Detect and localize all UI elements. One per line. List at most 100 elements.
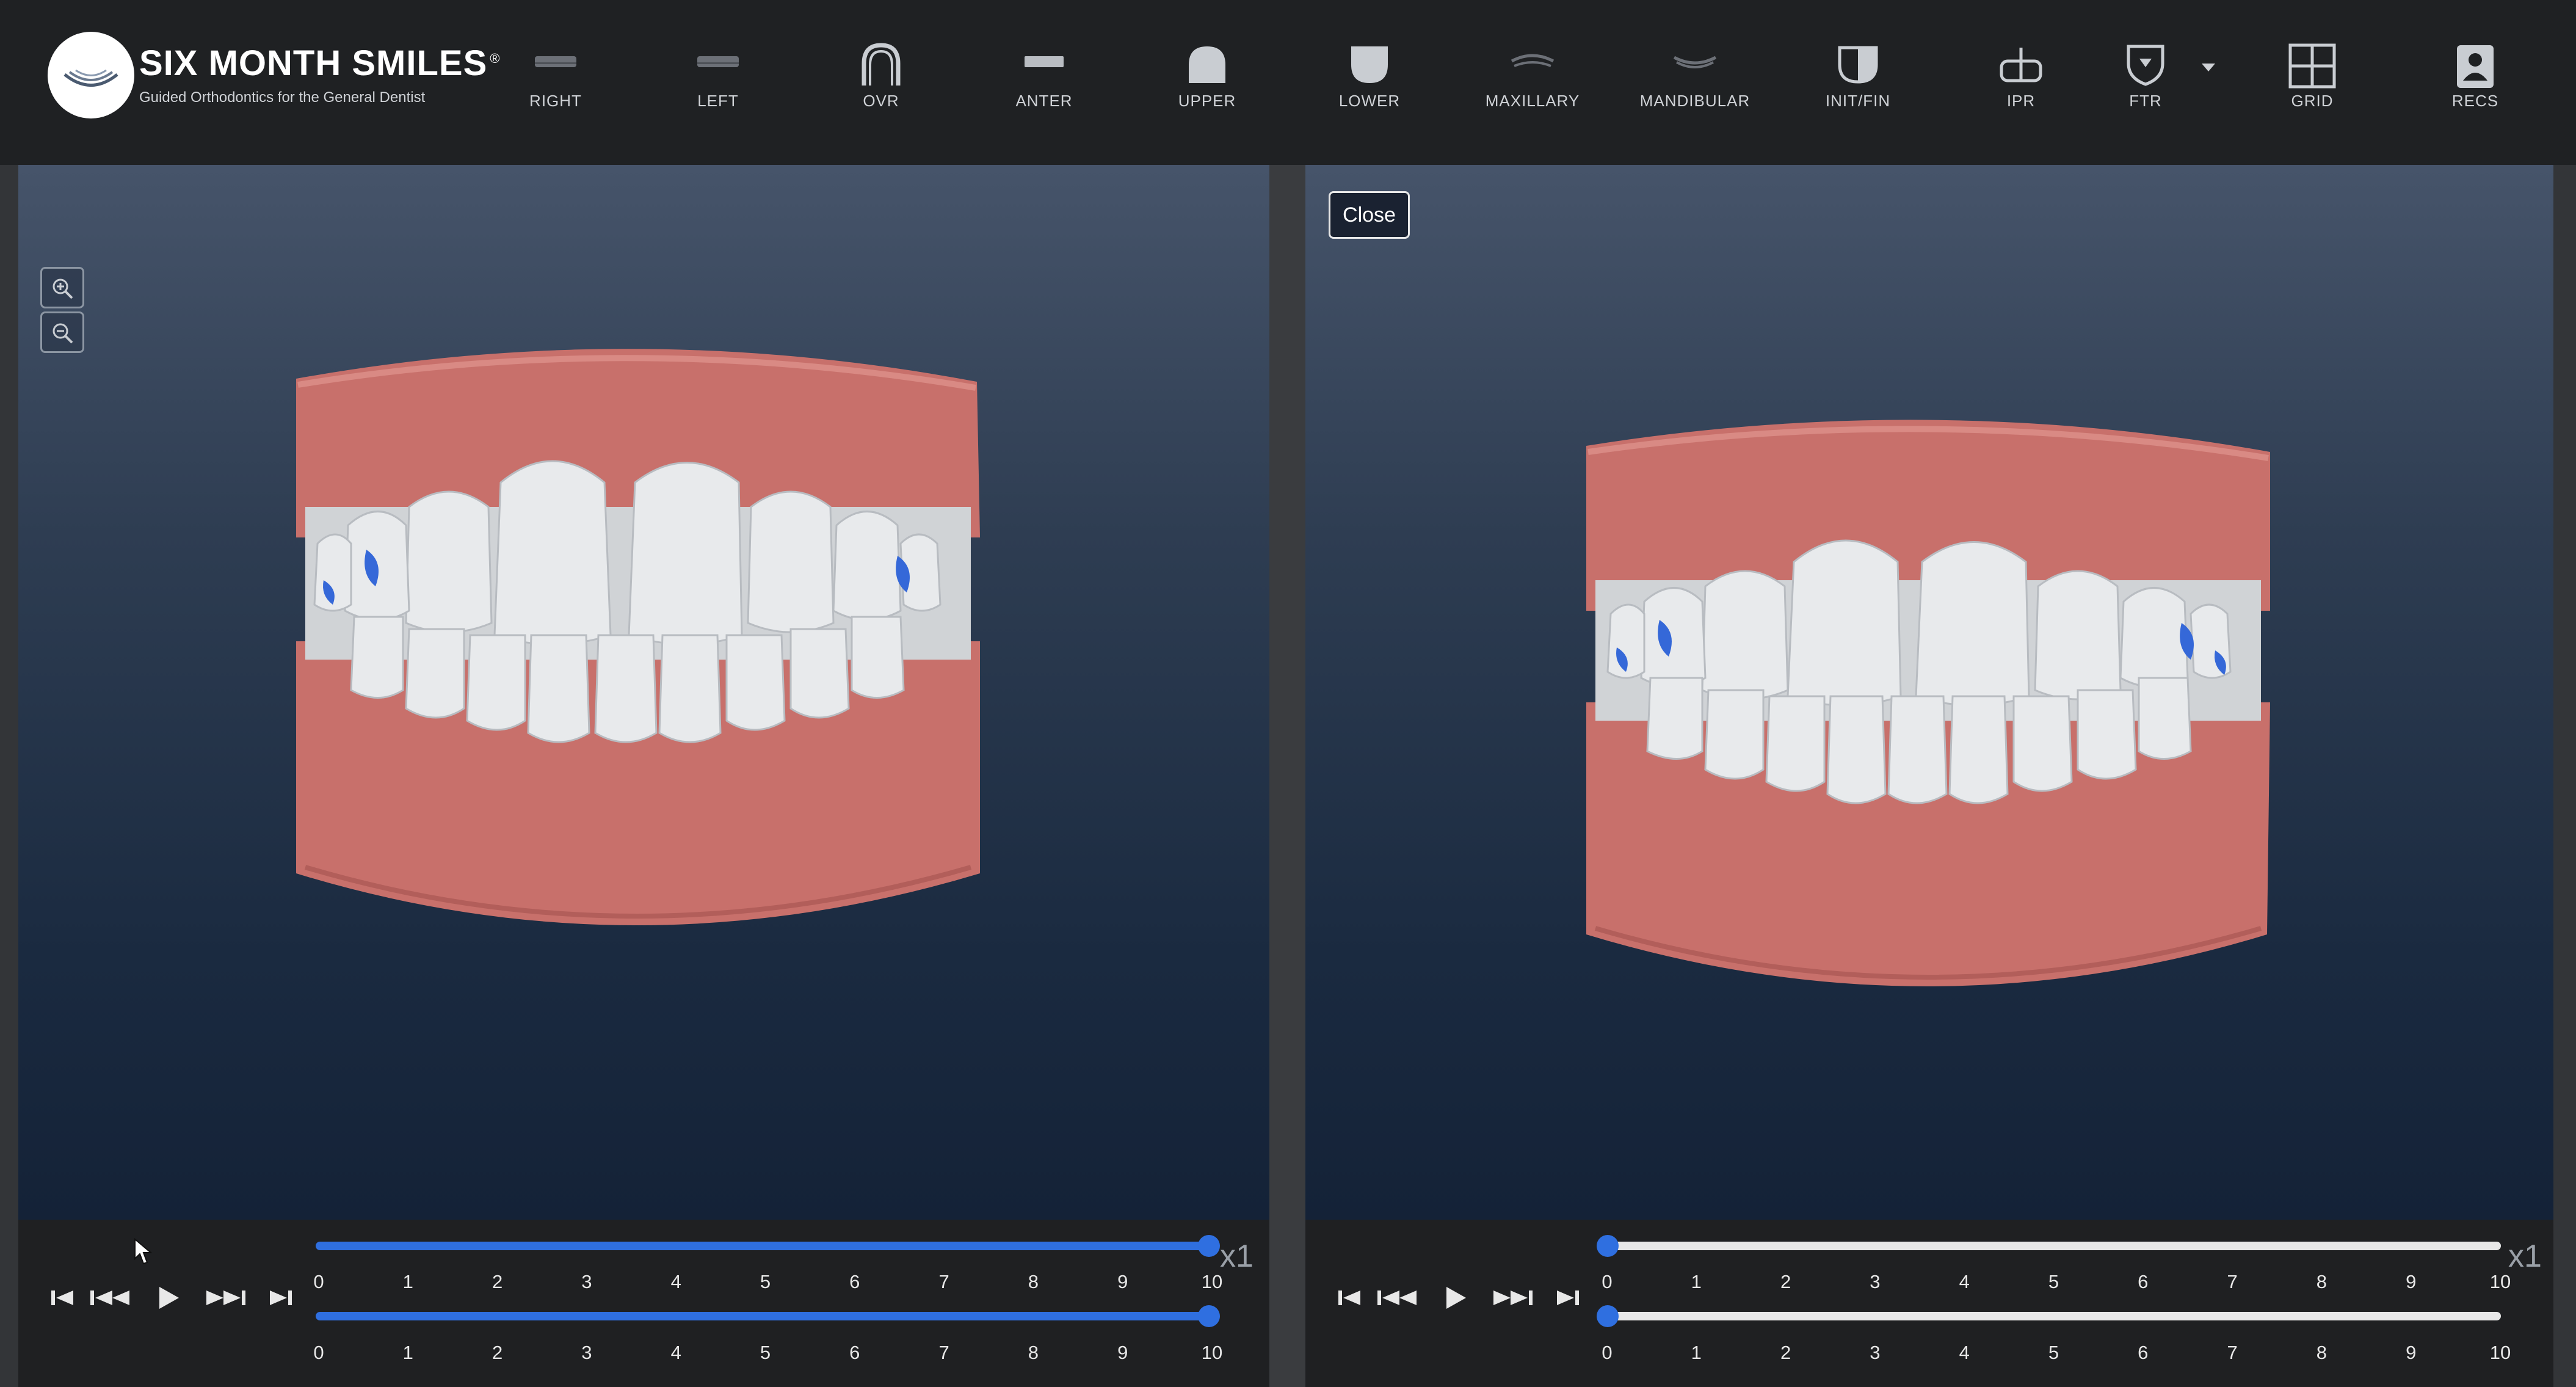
fast-forward-icon[interactable]: [1489, 1280, 1537, 1316]
mouse-cursor-icon: [134, 1237, 153, 1265]
play-icon[interactable]: [1437, 1280, 1473, 1316]
upper-stage-tick-1: 1: [1691, 1271, 1702, 1292]
grid-icon: [2288, 43, 2336, 89]
lower-stage-tick-2: 2: [492, 1342, 503, 1363]
upper-stage-tick-10: 10: [1201, 1271, 1223, 1292]
upper-stage-tick-3: 3: [1870, 1271, 1881, 1292]
lower-stage-tick-6: 6: [2138, 1342, 2149, 1363]
right-playback-controls: x1 0 1 2 3 4 5 6 7 8 9 10 0 1 2 3 4 5 6 7 8 9 10: [1305, 1220, 2553, 1387]
lower-stage-tick-5: 5: [2048, 1342, 2059, 1363]
lower-stage-tick-0: 0: [1602, 1342, 1613, 1363]
upper-stage-tick-9: 9: [2406, 1271, 2417, 1292]
upper-stage-tick-1: 1: [402, 1271, 413, 1292]
dental-model-initial[interactable]: [18, 165, 1269, 1220]
upper-stage-track[interactable]: [316, 1242, 1209, 1250]
left-view-button[interactable]: LEFT: [657, 43, 779, 116]
rewind-icon[interactable]: [85, 1280, 134, 1316]
lower-stage-tick-2: 2: [1780, 1342, 1791, 1363]
right-view-label: RIGHT: [529, 92, 582, 110]
upper-stage-tick-10: 10: [2489, 1271, 2511, 1292]
lower-stage-slider[interactable]: [1597, 1305, 1619, 1327]
brand-logo: [48, 32, 134, 118]
left-view-label: LEFT: [697, 92, 739, 110]
ovr-button[interactable]: OVR: [820, 43, 942, 116]
ftr-label: FTR: [2129, 92, 2162, 110]
upper-stage-track[interactable]: [1608, 1242, 2501, 1250]
recs-button[interactable]: RECS: [2414, 43, 2536, 116]
speed-label[interactable]: x1: [2508, 1238, 2542, 1275]
dental-model-final[interactable]: [1305, 165, 2553, 1220]
ipr-icon: [2000, 48, 2042, 82]
skip-end-icon[interactable]: [263, 1280, 299, 1316]
upper-stage-tick-3: 3: [581, 1271, 592, 1292]
left-playback-controls: x1 0 1 2 3 4 5 6 7 8 9 10 0 1 2 3 4 5 6 7 8 9 10: [18, 1220, 1269, 1387]
upper-stage-tick-4: 4: [670, 1271, 681, 1292]
lower-stage-tick-8: 8: [1028, 1342, 1039, 1363]
init-fin-label: INIT/FIN: [1825, 92, 1891, 110]
upper-stage-slider[interactable]: [1198, 1235, 1220, 1257]
lower-stage-tick-3: 3: [581, 1342, 592, 1363]
right-view-button[interactable]: RIGHT: [495, 43, 617, 116]
viewport-divider[interactable]: [1269, 165, 1305, 1387]
grid-button[interactable]: GRID: [2251, 43, 2373, 116]
maxillary-button[interactable]: MAXILLARY: [1471, 43, 1594, 116]
left-3d-viewport[interactable]: [18, 165, 1269, 1220]
lower-label: LOWER: [1338, 92, 1401, 110]
upper-button[interactable]: UPPER: [1146, 43, 1268, 116]
mandibular-label: MANDIBULAR: [1639, 92, 1751, 110]
right-edge: [2553, 165, 2576, 1387]
upper-stage-tick-2: 2: [492, 1271, 503, 1292]
top-toolbar: SIX MONTH SMILES ® Guided Orthodontics fo…: [0, 0, 2576, 165]
mandibular-icon: [1673, 56, 1717, 68]
lower-stage-track[interactable]: [316, 1312, 1209, 1320]
lower-stage-tick-1: 1: [402, 1342, 413, 1363]
upper-stage-tick-0: 0: [1602, 1271, 1613, 1292]
lower-stage-tick-10: 10: [1201, 1342, 1223, 1363]
rewind-icon[interactable]: [1373, 1280, 1421, 1316]
ipr-button[interactable]: IPR: [1960, 43, 2082, 116]
right-3d-viewport[interactable]: Close: [1305, 165, 2553, 1220]
anterior-view-icon: [1025, 56, 1064, 67]
lower-stage-tick-1: 1: [1691, 1342, 1702, 1363]
upper-stage-slider[interactable]: [1597, 1235, 1619, 1257]
lower-stage-tick-9: 9: [1117, 1342, 1128, 1363]
grid-label: GRID: [2291, 92, 2334, 110]
lower-stage-tick-6: 6: [849, 1342, 860, 1363]
lower-stage-tick-7: 7: [938, 1342, 949, 1363]
lower-stage-tick-9: 9: [2406, 1342, 2417, 1363]
lower-stage-track[interactable]: [1608, 1312, 2501, 1320]
lower-stage-tick-5: 5: [760, 1342, 771, 1363]
upper-stage-tick-7: 7: [2227, 1271, 2238, 1292]
lower-stage-slider[interactable]: [1198, 1305, 1220, 1327]
lower-stage-tick-0: 0: [313, 1342, 324, 1363]
skip-end-icon[interactable]: [1550, 1280, 1586, 1316]
fast-forward-icon[interactable]: [201, 1280, 250, 1316]
skip-start-icon[interactable]: [1331, 1280, 1368, 1316]
left-view-icon: [697, 56, 739, 67]
upper-stage-tick-4: 4: [1959, 1271, 1970, 1292]
upper-stage-tick-8: 8: [2316, 1271, 2327, 1292]
skip-start-icon[interactable]: [44, 1280, 81, 1316]
upper-stage-tick-5: 5: [2048, 1271, 2059, 1292]
ftr-dropdown-icon[interactable]: [2202, 64, 2215, 71]
mandibular-button[interactable]: MANDIBULAR: [1634, 43, 1756, 116]
upper-stage-tick-0: 0: [313, 1271, 324, 1292]
upper-stage-tick-6: 6: [2138, 1271, 2149, 1292]
anter-label: ANTER: [1015, 92, 1073, 110]
lower-jaw-icon: [1351, 46, 1388, 83]
speed-label[interactable]: x1: [1220, 1238, 1254, 1275]
init-fin-button[interactable]: INIT/FIN: [1797, 43, 1919, 116]
brand-name: SIX MONTH SMILES ®: [139, 43, 501, 83]
init-fin-icon: [1838, 46, 1878, 84]
anter-button[interactable]: ANTER: [983, 43, 1105, 116]
upper-stage-tick-7: 7: [938, 1271, 949, 1292]
recs-label: RECS: [2451, 92, 2499, 110]
maxillary-label: MAXILLARY: [1485, 92, 1580, 110]
lower-stage-tick-10: 10: [2489, 1342, 2511, 1363]
lower-button[interactable]: LOWER: [1308, 43, 1431, 116]
play-icon[interactable]: [150, 1280, 186, 1316]
lower-stage-tick-8: 8: [2316, 1342, 2327, 1363]
upper-stage-tick-8: 8: [1028, 1271, 1039, 1292]
upper-label: UPPER: [1178, 92, 1236, 110]
ftr-button[interactable]: FTR: [2084, 43, 2207, 116]
